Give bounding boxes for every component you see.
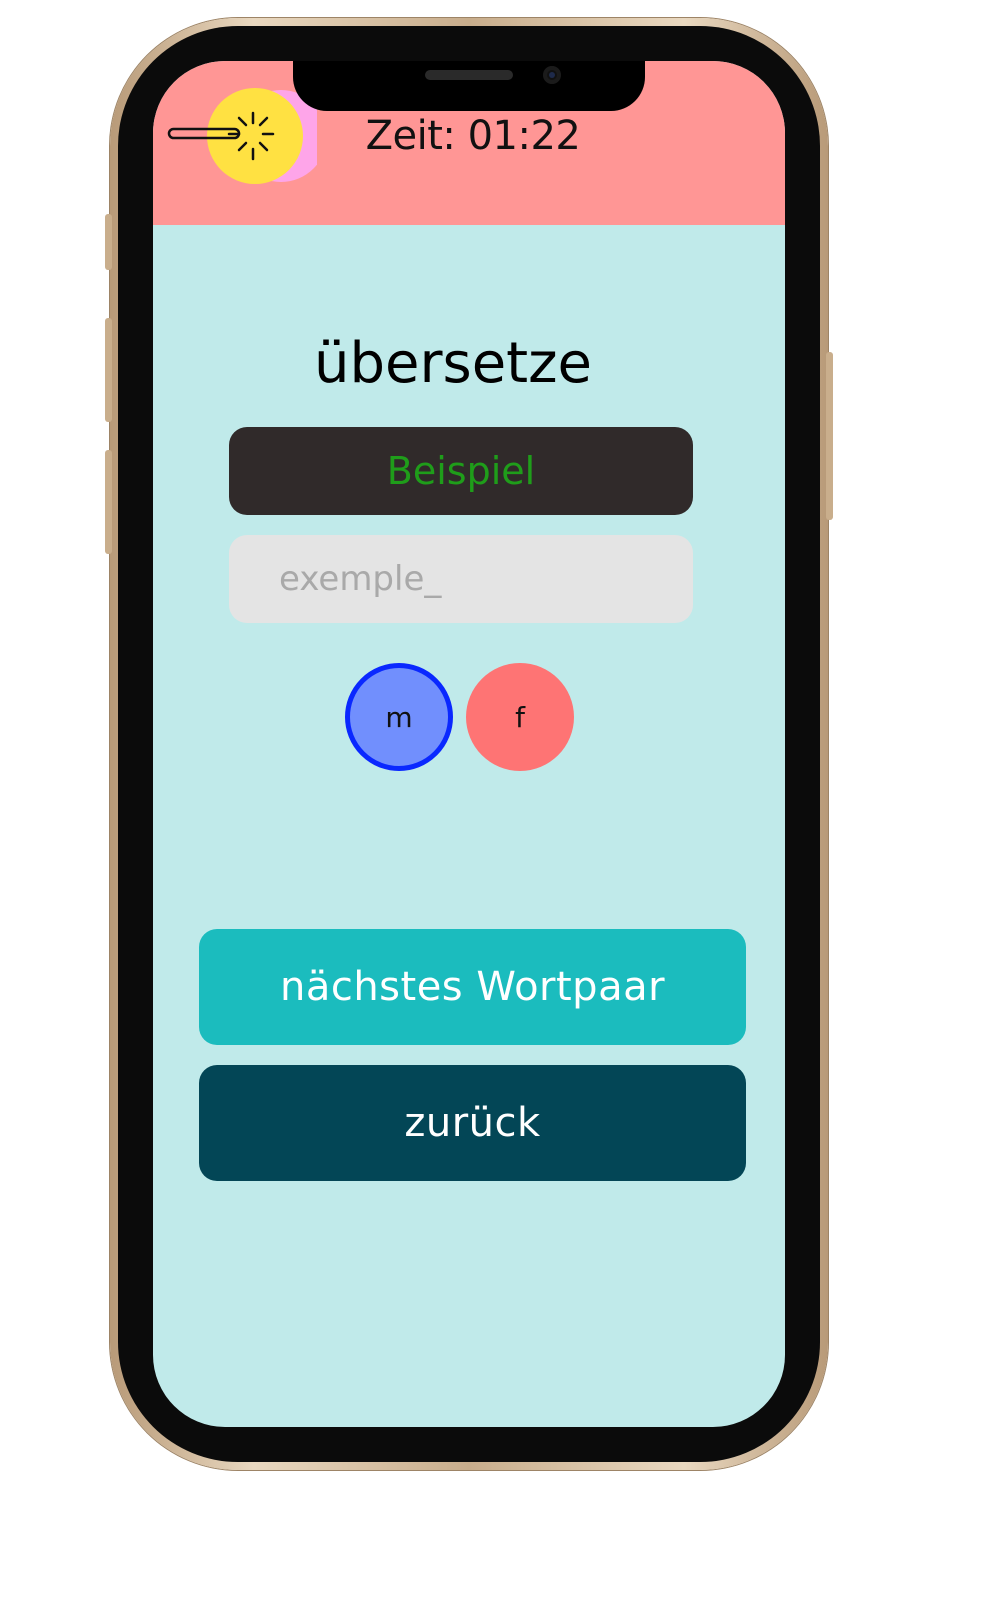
timer-label: Zeit: 01:22 (365, 113, 581, 159)
gender-masculine-button[interactable]: m (345, 663, 453, 771)
source-word: Beispiel (386, 449, 536, 493)
gender-feminine-label: f (515, 700, 525, 734)
app-screen: Zeit: 01:22 übersetze Beispiel m f nächs… (153, 61, 785, 1427)
mute-switch (105, 214, 112, 270)
magic-wand-icon[interactable] (167, 87, 327, 187)
volume-down-button (105, 450, 112, 554)
next-word-pair-button[interactable]: nächstes Wortpaar (199, 929, 746, 1045)
gender-feminine-button[interactable]: f (466, 663, 574, 771)
gender-masculine-label: m (385, 700, 413, 734)
translation-input[interactable] (229, 535, 693, 623)
speaker-grille (425, 70, 513, 80)
source-word-card: Beispiel (229, 427, 693, 515)
exercise-title: übersetze (314, 331, 592, 396)
front-camera (543, 66, 561, 84)
back-button[interactable]: zurück (199, 1065, 746, 1181)
power-button (826, 352, 833, 520)
phone-notch (293, 61, 645, 111)
volume-up-button (105, 318, 112, 422)
